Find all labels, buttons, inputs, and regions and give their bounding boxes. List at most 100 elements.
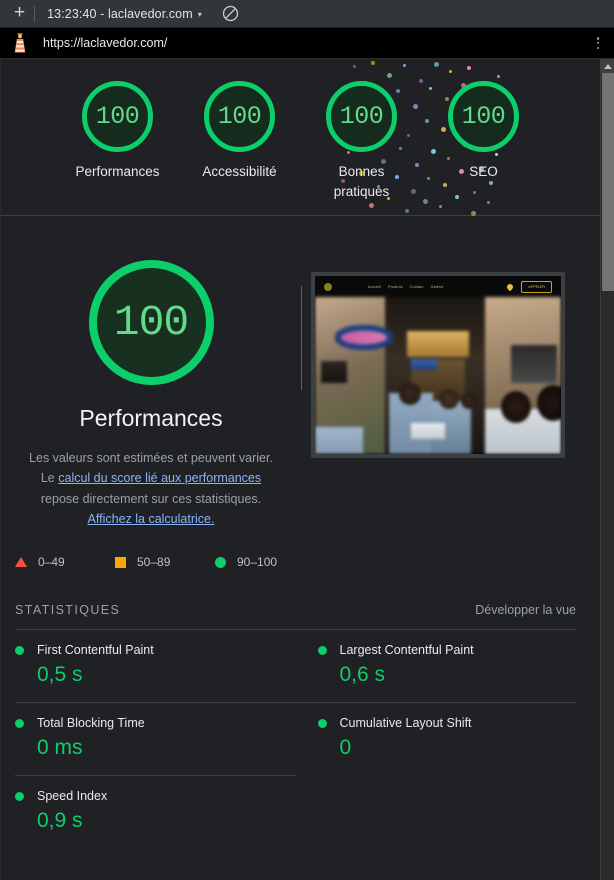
score-calculation-link[interactable]: calcul du score lié aux performances: [58, 471, 261, 485]
gauge-seo[interactable]: 100 SEO: [434, 81, 534, 203]
confetti-particle: [403, 64, 406, 67]
metric-name: Speed Index: [37, 789, 108, 803]
score-gauges-panel: 100 Performances 100 Accessibilité 100 B…: [1, 59, 600, 216]
metric-speed-index[interactable]: Speed Index 0,9 s: [15, 775, 296, 848]
metric-first-contentful-paint[interactable]: First Contentful Paint 0,5 s: [15, 629, 296, 702]
thumbnail-image-region: [461, 393, 477, 409]
confetti-particle: [439, 205, 442, 208]
confetti-particle: [387, 73, 392, 78]
block-icon[interactable]: [222, 5, 239, 22]
chevron-up-icon: [603, 63, 612, 69]
expand-view-button[interactable]: Développer la vue: [475, 603, 576, 617]
metric-value: 0,9 s: [37, 809, 83, 832]
neon-sign-text: [341, 331, 387, 344]
gauge-score: 100: [217, 102, 262, 131]
desc-text-2: repose directement sur ces statistiques.: [40, 491, 262, 506]
metrics-grid: First Contentful Paint 0,5 s Largest Con…: [1, 629, 600, 848]
legend-label: 50–89: [137, 555, 171, 569]
gauge-performances[interactable]: 100 Performances: [68, 81, 168, 203]
legend-item-average: 50–89: [115, 555, 215, 569]
site-nav-link: Contact: [409, 284, 424, 289]
lighthouse-icon: [10, 32, 30, 54]
gauge-label: Accessibilité: [202, 164, 277, 179]
tab-strip: + 13:23:40 - laclavedor.com ▾: [0, 0, 614, 28]
status-dot-icon: [317, 718, 327, 728]
confetti-particle: [371, 61, 375, 65]
metric-name: Largest Contentful Paint: [339, 643, 474, 657]
gauge-accessibilite[interactable]: 100 Accessibilité: [190, 81, 290, 203]
metric-total-blocking-time[interactable]: Total Blocking Time 0 ms: [15, 702, 296, 775]
site-nav-link: Galerie: [430, 284, 444, 289]
url-text[interactable]: https://laclavedor.com/: [43, 36, 167, 50]
scrollbar-thumb[interactable]: [602, 73, 614, 291]
calculator-link[interactable]: Affichez la calculatrice.: [88, 512, 215, 526]
thumbnail-image-region: [411, 423, 445, 439]
confetti-particle: [369, 203, 374, 208]
status-dot-icon: [15, 718, 24, 728]
square-icon: [115, 556, 126, 568]
address-bar[interactable]: https://laclavedor.com/: [0, 28, 614, 59]
metric-name: Total Blocking Time: [37, 716, 145, 730]
site-logo-icon: [324, 282, 332, 291]
metric-largest-contentful-paint[interactable]: Largest Contentful Paint 0,6 s: [295, 629, 576, 702]
category-score-block: 100 Performances Les valeurs sont estimé…: [1, 260, 301, 529]
gauge-bonnes-pratiques[interactable]: 100 Bonnes pratiques: [312, 81, 412, 203]
thumbnail-image-region: [439, 389, 459, 409]
thumbnail-photo: [315, 297, 561, 454]
score-gauges: 100 Performances 100 Accessibilité 100 B…: [1, 81, 600, 203]
vertical-divider: [301, 286, 302, 390]
gauge-ring: 100: [204, 81, 275, 152]
category-score-ring: 100: [88, 260, 214, 385]
scroll-up-button[interactable]: [601, 59, 614, 73]
triangle-icon: [15, 557, 27, 567]
legend-label: 90–100: [237, 555, 278, 569]
metric-value: 0: [339, 736, 352, 759]
confetti-particle: [405, 209, 409, 213]
active-tab[interactable]: 13:23:40 - laclavedor.com ▾: [47, 7, 202, 21]
metric-header: Total Blocking Time: [15, 716, 268, 730]
metric-value: 0 ms: [37, 736, 83, 759]
kebab-menu-icon[interactable]: [590, 34, 606, 52]
gauge-score: 100: [461, 102, 506, 131]
site-nav-link: Produits: [388, 284, 403, 289]
confetti-particle: [497, 75, 500, 78]
legend-label: 0–49: [38, 555, 65, 569]
metric-cumulative-layout-shift[interactable]: Cumulative Layout Shift 0: [295, 702, 576, 775]
site-nav-links: Accueil Produits Contact Galerie: [368, 285, 444, 289]
status-dot-icon: [317, 645, 327, 655]
legend-item-fail: 0–49: [15, 555, 115, 569]
thumbnail-image-region: [399, 383, 421, 405]
metric-header: Speed Index: [15, 789, 268, 803]
thumbnail-image-region: [321, 361, 347, 383]
metric-value: 0,5 s: [37, 663, 83, 686]
statistics-title: STATISTIQUES: [15, 603, 121, 617]
gauge-ring: 100: [326, 81, 397, 152]
thumbnail-site-nav: Accueil Produits Contact Galerie APPELER: [315, 276, 561, 297]
score-and-thumbnail-row: 100 Performances Les valeurs sont estimé…: [1, 216, 600, 529]
site-call-button: APPELER: [521, 280, 552, 293]
gauge-label: SEO: [469, 164, 498, 179]
legend-item-pass: 90–100: [215, 555, 315, 569]
tab-title-label: 13:23:40 - laclavedor.com: [47, 6, 193, 21]
confetti-particle: [353, 65, 356, 68]
metric-name: Cumulative Layout Shift: [339, 716, 472, 730]
site-nav-link: Accueil: [368, 284, 381, 289]
gauge-ring: 100: [82, 81, 153, 152]
lighthouse-report: 100 Performances 100 Accessibilité 100 B…: [1, 59, 600, 880]
vertical-scrollbar[interactable]: [600, 59, 614, 880]
status-dot-icon: [15, 645, 24, 655]
confetti-particle: [434, 62, 439, 67]
new-tab-button[interactable]: +: [8, 3, 34, 25]
score-legend: 0–49 50–89 90–100: [1, 529, 600, 569]
confetti-particle: [449, 70, 452, 73]
chevron-down-icon[interactable]: ▾: [198, 10, 202, 19]
page-title: Performances: [79, 405, 223, 431]
score-description: Les valeurs sont estimées et peuvent var…: [15, 448, 287, 529]
gauge-label: Performances: [75, 164, 160, 179]
metric-header: Largest Contentful Paint: [317, 643, 561, 657]
thumbnail-image-region: [537, 385, 561, 421]
page-screenshot-thumbnail[interactable]: Accueil Produits Contact Galerie APPELER: [311, 272, 565, 458]
page-viewport: 100 Performances 100 Accessibilité 100 B…: [0, 59, 614, 880]
status-dot-icon: [15, 791, 24, 801]
gauge-score: 100: [95, 102, 140, 131]
